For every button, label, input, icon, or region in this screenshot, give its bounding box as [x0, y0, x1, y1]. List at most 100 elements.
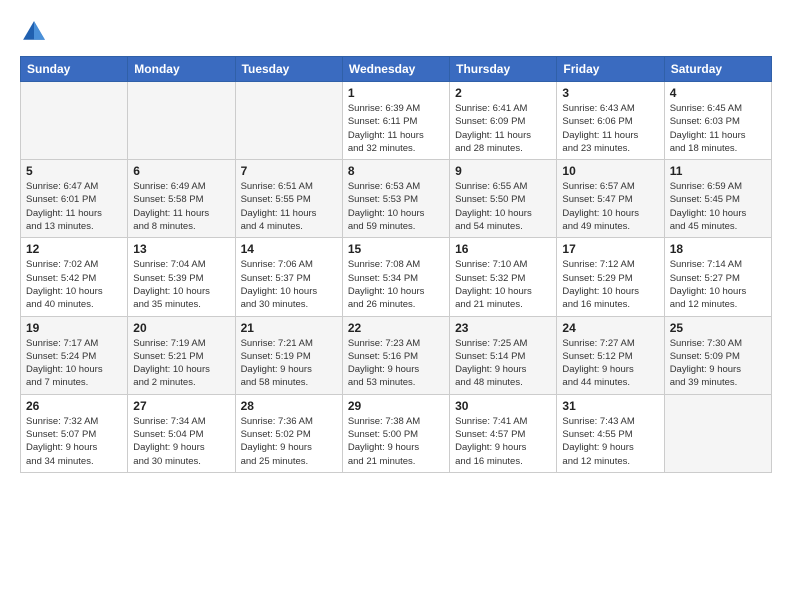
- day-info: Sunrise: 7:36 AM Sunset: 5:02 PM Dayligh…: [241, 415, 337, 468]
- day-header-monday: Monday: [128, 57, 235, 82]
- day-number: 21: [241, 321, 337, 335]
- day-info: Sunrise: 7:23 AM Sunset: 5:16 PM Dayligh…: [348, 337, 444, 390]
- day-cell: 25Sunrise: 7:30 AM Sunset: 5:09 PM Dayli…: [664, 316, 771, 394]
- day-number: 20: [133, 321, 229, 335]
- day-cell: [664, 394, 771, 472]
- logo-icon: [20, 18, 48, 46]
- day-info: Sunrise: 7:14 AM Sunset: 5:27 PM Dayligh…: [670, 258, 766, 311]
- day-header-friday: Friday: [557, 57, 664, 82]
- day-number: 12: [26, 242, 122, 256]
- day-number: 23: [455, 321, 551, 335]
- day-info: Sunrise: 6:39 AM Sunset: 6:11 PM Dayligh…: [348, 102, 444, 155]
- day-info: Sunrise: 7:21 AM Sunset: 5:19 PM Dayligh…: [241, 337, 337, 390]
- day-header-sunday: Sunday: [21, 57, 128, 82]
- day-cell: 18 Sunrise: 7:14 AM Sunset: 5:27 PM Dayli…: [664, 238, 771, 316]
- day-info: Sunrise: 7:12 AM Sunset: 5:29 PM Dayligh…: [562, 258, 658, 311]
- day-cell: 31 Sunrise: 7:43 AM Sunset: 4:55 PM Dayli…: [557, 394, 664, 472]
- day-info: Sunrise: 6:45 AM Sunset: 6:03 PM Dayligh…: [670, 102, 766, 155]
- day-number: 17: [562, 242, 658, 256]
- day-cell: 2 Sunrise: 6:41 AM Sunset: 6:09 PM Daylig…: [450, 82, 557, 160]
- day-cell: 17 Sunrise: 7:12 AM Sunset: 5:29 PM Dayli…: [557, 238, 664, 316]
- header: [20, 18, 772, 46]
- day-info: Sunrise: 7:43 AM Sunset: 4:55 PM Dayligh…: [562, 415, 658, 468]
- day-info: Sunrise: 7:25 AM Sunset: 5:14 PM Dayligh…: [455, 337, 551, 390]
- week-row-2: 12Sunrise: 7:02 AM Sunset: 5:42 PM Dayli…: [21, 238, 772, 316]
- day-number: 31: [562, 399, 658, 413]
- day-cell: 26 Sunrise: 7:32 AM Sunset: 5:07 PM Dayli…: [21, 394, 128, 472]
- day-cell: 3 Sunrise: 6:43 AM Sunset: 6:06 PM Daylig…: [557, 82, 664, 160]
- day-number: 27: [133, 399, 229, 413]
- day-info: Sunrise: 7:34 AM Sunset: 5:04 PM Dayligh…: [133, 415, 229, 468]
- day-info: Sunrise: 6:41 AM Sunset: 6:09 PM Dayligh…: [455, 102, 551, 155]
- day-info: Sunrise: 7:27 AM Sunset: 5:12 PM Dayligh…: [562, 337, 658, 390]
- day-number: 1: [348, 86, 444, 100]
- day-info: Sunrise: 6:49 AM Sunset: 5:58 PM Dayligh…: [133, 180, 229, 233]
- day-cell: [21, 82, 128, 160]
- calendar-header: SundayMondayTuesdayWednesdayThursdayFrid…: [21, 57, 772, 82]
- day-info: Sunrise: 6:57 AM Sunset: 5:47 PM Dayligh…: [562, 180, 658, 233]
- day-number: 8: [348, 164, 444, 178]
- day-info: Sunrise: 6:59 AM Sunset: 5:45 PM Dayligh…: [670, 180, 766, 233]
- day-info: Sunrise: 7:41 AM Sunset: 4:57 PM Dayligh…: [455, 415, 551, 468]
- day-info: Sunrise: 6:43 AM Sunset: 6:06 PM Dayligh…: [562, 102, 658, 155]
- day-info: Sunrise: 7:17 AM Sunset: 5:24 PM Dayligh…: [26, 337, 122, 390]
- day-cell: 16 Sunrise: 7:10 AM Sunset: 5:32 PM Dayli…: [450, 238, 557, 316]
- day-info: Sunrise: 6:55 AM Sunset: 5:50 PM Dayligh…: [455, 180, 551, 233]
- day-info: Sunrise: 7:04 AM Sunset: 5:39 PM Dayligh…: [133, 258, 229, 311]
- day-cell: 6 Sunrise: 6:49 AM Sunset: 5:58 PM Daylig…: [128, 160, 235, 238]
- day-cell: 7 Sunrise: 6:51 AM Sunset: 5:55 PM Daylig…: [235, 160, 342, 238]
- day-number: 24: [562, 321, 658, 335]
- day-number: 28: [241, 399, 337, 413]
- day-info: Sunrise: 7:32 AM Sunset: 5:07 PM Dayligh…: [26, 415, 122, 468]
- day-info: Sunrise: 7:30 AM Sunset: 5:09 PM Dayligh…: [670, 337, 766, 390]
- day-number: 18: [670, 242, 766, 256]
- day-number: 4: [670, 86, 766, 100]
- day-number: 2: [455, 86, 551, 100]
- day-cell: 24 Sunrise: 7:27 AM Sunset: 5:12 PM Dayli…: [557, 316, 664, 394]
- day-info: Sunrise: 7:06 AM Sunset: 5:37 PM Dayligh…: [241, 258, 337, 311]
- day-cell: 14Sunrise: 7:06 AM Sunset: 5:37 PM Dayli…: [235, 238, 342, 316]
- day-number: 13: [133, 242, 229, 256]
- day-info: Sunrise: 7:10 AM Sunset: 5:32 PM Dayligh…: [455, 258, 551, 311]
- day-cell: [128, 82, 235, 160]
- day-number: 7: [241, 164, 337, 178]
- day-header-tuesday: Tuesday: [235, 57, 342, 82]
- day-cell: 13 Sunrise: 7:04 AM Sunset: 5:39 PM Dayli…: [128, 238, 235, 316]
- day-cell: 10 Sunrise: 6:57 AM Sunset: 5:47 PM Dayli…: [557, 160, 664, 238]
- day-cell: 20 Sunrise: 7:19 AM Sunset: 5:21 PM Dayli…: [128, 316, 235, 394]
- day-cell: 28 Sunrise: 7:36 AM Sunset: 5:02 PM Dayli…: [235, 394, 342, 472]
- day-info: Sunrise: 6:47 AM Sunset: 6:01 PM Dayligh…: [26, 180, 122, 233]
- week-row-0: 1 Sunrise: 6:39 AM Sunset: 6:11 PM Daylig…: [21, 82, 772, 160]
- day-cell: 11 Sunrise: 6:59 AM Sunset: 5:45 PM Dayli…: [664, 160, 771, 238]
- day-info: Sunrise: 6:51 AM Sunset: 5:55 PM Dayligh…: [241, 180, 337, 233]
- day-info: Sunrise: 7:19 AM Sunset: 5:21 PM Dayligh…: [133, 337, 229, 390]
- day-number: 3: [562, 86, 658, 100]
- day-number: 22: [348, 321, 444, 335]
- day-cell: [235, 82, 342, 160]
- day-number: 10: [562, 164, 658, 178]
- day-cell: 19 Sunrise: 7:17 AM Sunset: 5:24 PM Dayli…: [21, 316, 128, 394]
- day-number: 19: [26, 321, 122, 335]
- day-number: 16: [455, 242, 551, 256]
- day-number: 30: [455, 399, 551, 413]
- day-cell: 21 Sunrise: 7:21 AM Sunset: 5:19 PM Dayli…: [235, 316, 342, 394]
- day-number: 26: [26, 399, 122, 413]
- day-cell: 22 Sunrise: 7:23 AM Sunset: 5:16 PM Dayli…: [342, 316, 449, 394]
- day-cell: 4 Sunrise: 6:45 AM Sunset: 6:03 PM Daylig…: [664, 82, 771, 160]
- header-row: SundayMondayTuesdayWednesdayThursdayFrid…: [21, 57, 772, 82]
- week-row-3: 19 Sunrise: 7:17 AM Sunset: 5:24 PM Dayli…: [21, 316, 772, 394]
- day-header-thursday: Thursday: [450, 57, 557, 82]
- day-cell: 8 Sunrise: 6:53 AM Sunset: 5:53 PM Daylig…: [342, 160, 449, 238]
- day-cell: 29Sunrise: 7:38 AM Sunset: 5:00 PM Dayli…: [342, 394, 449, 472]
- day-cell: 9Sunrise: 6:55 AM Sunset: 5:50 PM Daylig…: [450, 160, 557, 238]
- day-number: 5: [26, 164, 122, 178]
- calendar: SundayMondayTuesdayWednesdayThursdayFrid…: [20, 56, 772, 473]
- day-number: 6: [133, 164, 229, 178]
- page: SundayMondayTuesdayWednesdayThursdayFrid…: [0, 0, 792, 612]
- day-header-saturday: Saturday: [664, 57, 771, 82]
- day-number: 11: [670, 164, 766, 178]
- day-cell: 12Sunrise: 7:02 AM Sunset: 5:42 PM Dayli…: [21, 238, 128, 316]
- day-cell: 30 Sunrise: 7:41 AM Sunset: 4:57 PM Dayli…: [450, 394, 557, 472]
- day-cell: 1 Sunrise: 6:39 AM Sunset: 6:11 PM Daylig…: [342, 82, 449, 160]
- day-info: Sunrise: 6:53 AM Sunset: 5:53 PM Dayligh…: [348, 180, 444, 233]
